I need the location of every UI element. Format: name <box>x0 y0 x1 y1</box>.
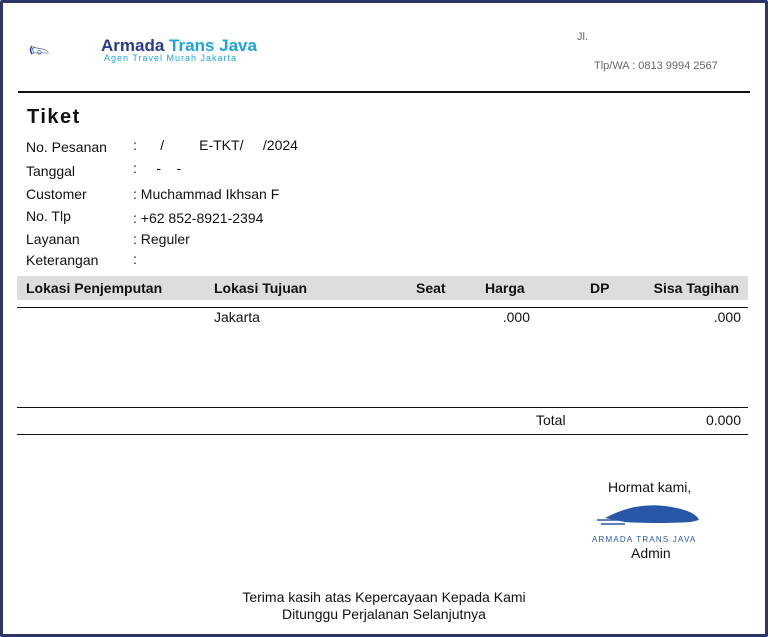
footer-thanks: Terima kasih atas Kepercayaan Kepada Kam… <box>242 589 526 605</box>
car-logo-icon <box>29 45 49 55</box>
cell-destination: Jakarta <box>214 309 260 325</box>
info-value: : +62 852-8921-2394 <box>133 210 264 226</box>
info-label: Layanan <box>26 231 80 247</box>
brand-tagline: Agen Travel Murah Jakarta <box>104 53 238 63</box>
stamp-car-icon <box>597 505 699 525</box>
company-address: Jl. <box>577 31 588 43</box>
page-title: Tiket <box>27 106 81 128</box>
info-value: : - - <box>133 160 182 176</box>
col-seat: Seat <box>416 280 446 296</box>
total-line <box>17 434 748 435</box>
cell-price: .000 <box>502 309 530 325</box>
signature-greeting: Hormat kami, <box>608 479 692 495</box>
col-price: Harga <box>485 280 525 296</box>
company-phone: Tlp/WA : 0813 9994 2567 <box>594 60 718 72</box>
info-label: Tanggal <box>26 163 76 179</box>
stamp-text: ARMADA TRANS JAVA <box>592 535 697 544</box>
col-remaining: Sisa Tagihan <box>653 280 739 296</box>
col-dp: DP <box>590 280 610 296</box>
info-label: No. Pesanan <box>26 139 107 155</box>
total-value: 0.000 <box>705 412 741 428</box>
info-value: : Reguler <box>133 231 190 247</box>
info-value: : <box>133 251 137 267</box>
info-label: No. Tlp <box>26 208 71 224</box>
info-value: : Muchammad Ikhsan F <box>133 186 280 202</box>
cell-remaining: .000 <box>713 309 741 325</box>
footer-closing: Ditunggu Perjalanan Selanjutnya <box>282 606 486 622</box>
info-value: : / E-TKT/ /2024 <box>133 137 298 153</box>
signature-name: Admin <box>631 545 671 561</box>
table-bottom-line <box>17 407 748 408</box>
col-pickup: Lokasi Penjemputan <box>26 280 163 296</box>
col-destination: Lokasi Tujuan <box>214 280 308 296</box>
info-label: Customer <box>26 186 87 202</box>
header-divider <box>18 91 750 93</box>
total-label: Total <box>536 412 566 428</box>
table-header-line <box>17 307 748 308</box>
info-label: Keterangan <box>26 252 99 268</box>
